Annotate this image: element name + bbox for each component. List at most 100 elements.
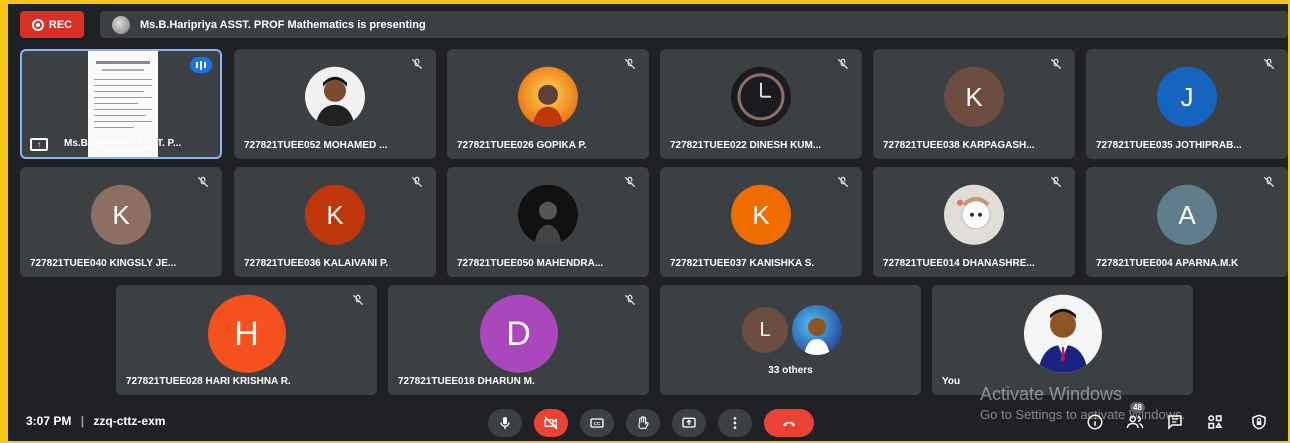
participant-name: 727821TUEE014 DHANASHRE... [883,258,1035,269]
participant-tile[interactable]: K 727821TUEE036 KALAIVANI P. [234,167,436,277]
more-options-button[interactable] [718,409,752,437]
participant-tile[interactable]: K 727821TUEE038 KARPAGASH... [873,49,1075,159]
svg-text:CC: CC [594,421,601,426]
participant-tile[interactable]: 727821TUEE026 GOPIKA P. [447,49,649,159]
info-icon [1087,414,1103,430]
people-icon [1126,415,1144,429]
more-vert-icon [733,417,737,429]
present-screen-icon: ↑ [30,138,48,151]
present-now-button[interactable] [672,409,706,437]
participant-name: 727821TUEE026 GOPIKA P. [457,140,587,151]
participant-name: 727821TUEE004 APARNA.M.K [1096,258,1239,269]
captions-icon: CC [590,418,604,428]
people-count-badge: 48 [1130,402,1145,413]
speaking-indicator-icon [190,57,212,73]
participant-avatar: K [91,184,151,245]
participant-tile[interactable]: 727821TUEE052 MOHAMED ... [234,49,436,159]
mic-off-icon [1263,176,1275,188]
meeting-details-button[interactable] [1084,411,1106,433]
mic-off-icon [411,58,423,70]
participant-name: 727821TUEE052 MOHAMED ... [244,140,388,151]
mic-off-icon [837,58,849,70]
others-photo-avatar [792,305,842,355]
participant-tile[interactable]: K 727821TUEE037 KANISHKA S. [660,167,862,277]
mic-off-icon [837,176,849,188]
host-controls-button[interactable] [1248,411,1270,433]
self-name: You [942,376,961,387]
participant-name: Ms.B.Haripriya ASST. P... [64,138,182,149]
camera-off-button[interactable] [534,409,568,437]
participant-name: 727821TUEE037 KANISHKA S. [670,258,815,269]
chat-icon [1168,415,1182,430]
mic-off-icon [352,294,364,306]
mic-off-icon [1263,58,1275,70]
recording-label: REC [48,18,73,31]
activate-windows-title: Activate Windows [980,384,1123,404]
activities-button[interactable] [1204,411,1226,433]
participant-name: 727821TUEE050 MAHENDRA... [457,258,604,269]
mic-off-icon [624,58,636,70]
participant-avatar: K [944,66,1004,127]
record-icon [31,18,44,31]
participant-avatar: D [479,294,558,373]
self-photo [1023,294,1102,373]
participant-tile[interactable]: A 727821TUEE004 APARNA.M.K [1086,167,1288,277]
participant-name: 727821TUEE038 KARPAGASH... [883,140,1035,151]
meet-window: REC Ms.B.Haripriya ASST. PROF Mathematic… [8,4,1288,441]
chat-button[interactable] [1164,411,1186,433]
captions-button[interactable]: CC [580,409,614,437]
raise-hand-button[interactable] [626,409,660,437]
meeting-code: zzq-cttz-exm [93,414,166,428]
participant-avatar: H [207,294,286,373]
participant-tile[interactable]: J 727821TUEE035 JOTHIPRAB... [1086,49,1288,159]
participant-tile[interactable]: 727821TUEE050 MAHENDRA... [447,167,649,277]
mic-off-icon [1050,58,1062,70]
participant-avatar: K [731,184,791,245]
present-screen-icon [682,417,696,428]
microphone-button[interactable] [488,409,522,437]
participant-name: 727821TUEE022 DINESH KUM... [670,140,822,151]
participant-photo [305,66,365,127]
mic-off-icon [411,176,423,188]
separator: | [80,414,85,428]
leave-call-button[interactable] [764,409,814,437]
participant-photo [731,66,791,127]
participant-name: 727821TUEE018 DHARUN M. [398,376,535,387]
participant-tile[interactable]: D 727821TUEE018 DHARUN M. [388,285,649,395]
participant-tile[interactable]: 727821TUEE022 DINESH KUM... [660,49,862,159]
presenting-text: Ms.B.Haripriya ASST. PROF Mathematics is… [140,18,426,31]
current-time: 3:07 PM [26,414,72,428]
mic-off-icon [197,176,209,188]
participant-tile[interactable]: H 727821TUEE028 HARI KRISHNA R. [116,285,377,395]
participant-name: 727821TUEE040 KINGSLY JE... [30,258,177,269]
mic-off-icon [624,294,636,306]
participant-name: 727821TUEE028 HARI KRISHNA R. [126,376,291,387]
lock-shield-icon [1252,414,1266,430]
participant-tile[interactable]: K 727821TUEE040 KINGSLY JE... [20,167,222,277]
participant-tile[interactable]: ↑ Ms.B.Haripriya ASST. P... [20,49,222,159]
self-tile[interactable]: You [932,285,1193,395]
microphone-icon [500,417,510,429]
raise-hand-icon [638,416,649,429]
end-call-icon [783,421,795,427]
participant-avatar: A [1157,184,1217,245]
participant-photo [518,184,578,245]
participant-photo [944,184,1004,245]
camera-off-icon [544,416,558,430]
recording-button[interactable]: REC [20,11,84,38]
participant-avatar: J [1157,66,1217,127]
mic-off-icon [624,176,636,188]
participant-avatar: K [305,184,365,245]
participant-name: 727821TUEE036 KALAIVANI P. [244,258,389,269]
others-label: 33 others [768,365,813,376]
participant-name: 727821TUEE035 JOTHIPRAB... [1096,140,1242,151]
presenter-avatar [112,15,130,34]
participant-tile[interactable]: 727821TUEE014 DHANASHRE... [873,167,1075,277]
participant-photo [518,66,578,127]
bottom-control-bar: 3:07 PM | zzq-cttz-exm CC 48 [8,402,1288,441]
others-tile[interactable]: L 33 others [660,285,921,395]
people-button[interactable]: 48 [1124,402,1146,433]
presenting-banner: Ms.B.Haripriya ASST. PROF Mathematics is… [100,11,1288,38]
meeting-info: 3:07 PM | zzq-cttz-exm [26,414,165,428]
top-bar: REC Ms.B.Haripriya ASST. PROF Mathematic… [20,11,1288,39]
